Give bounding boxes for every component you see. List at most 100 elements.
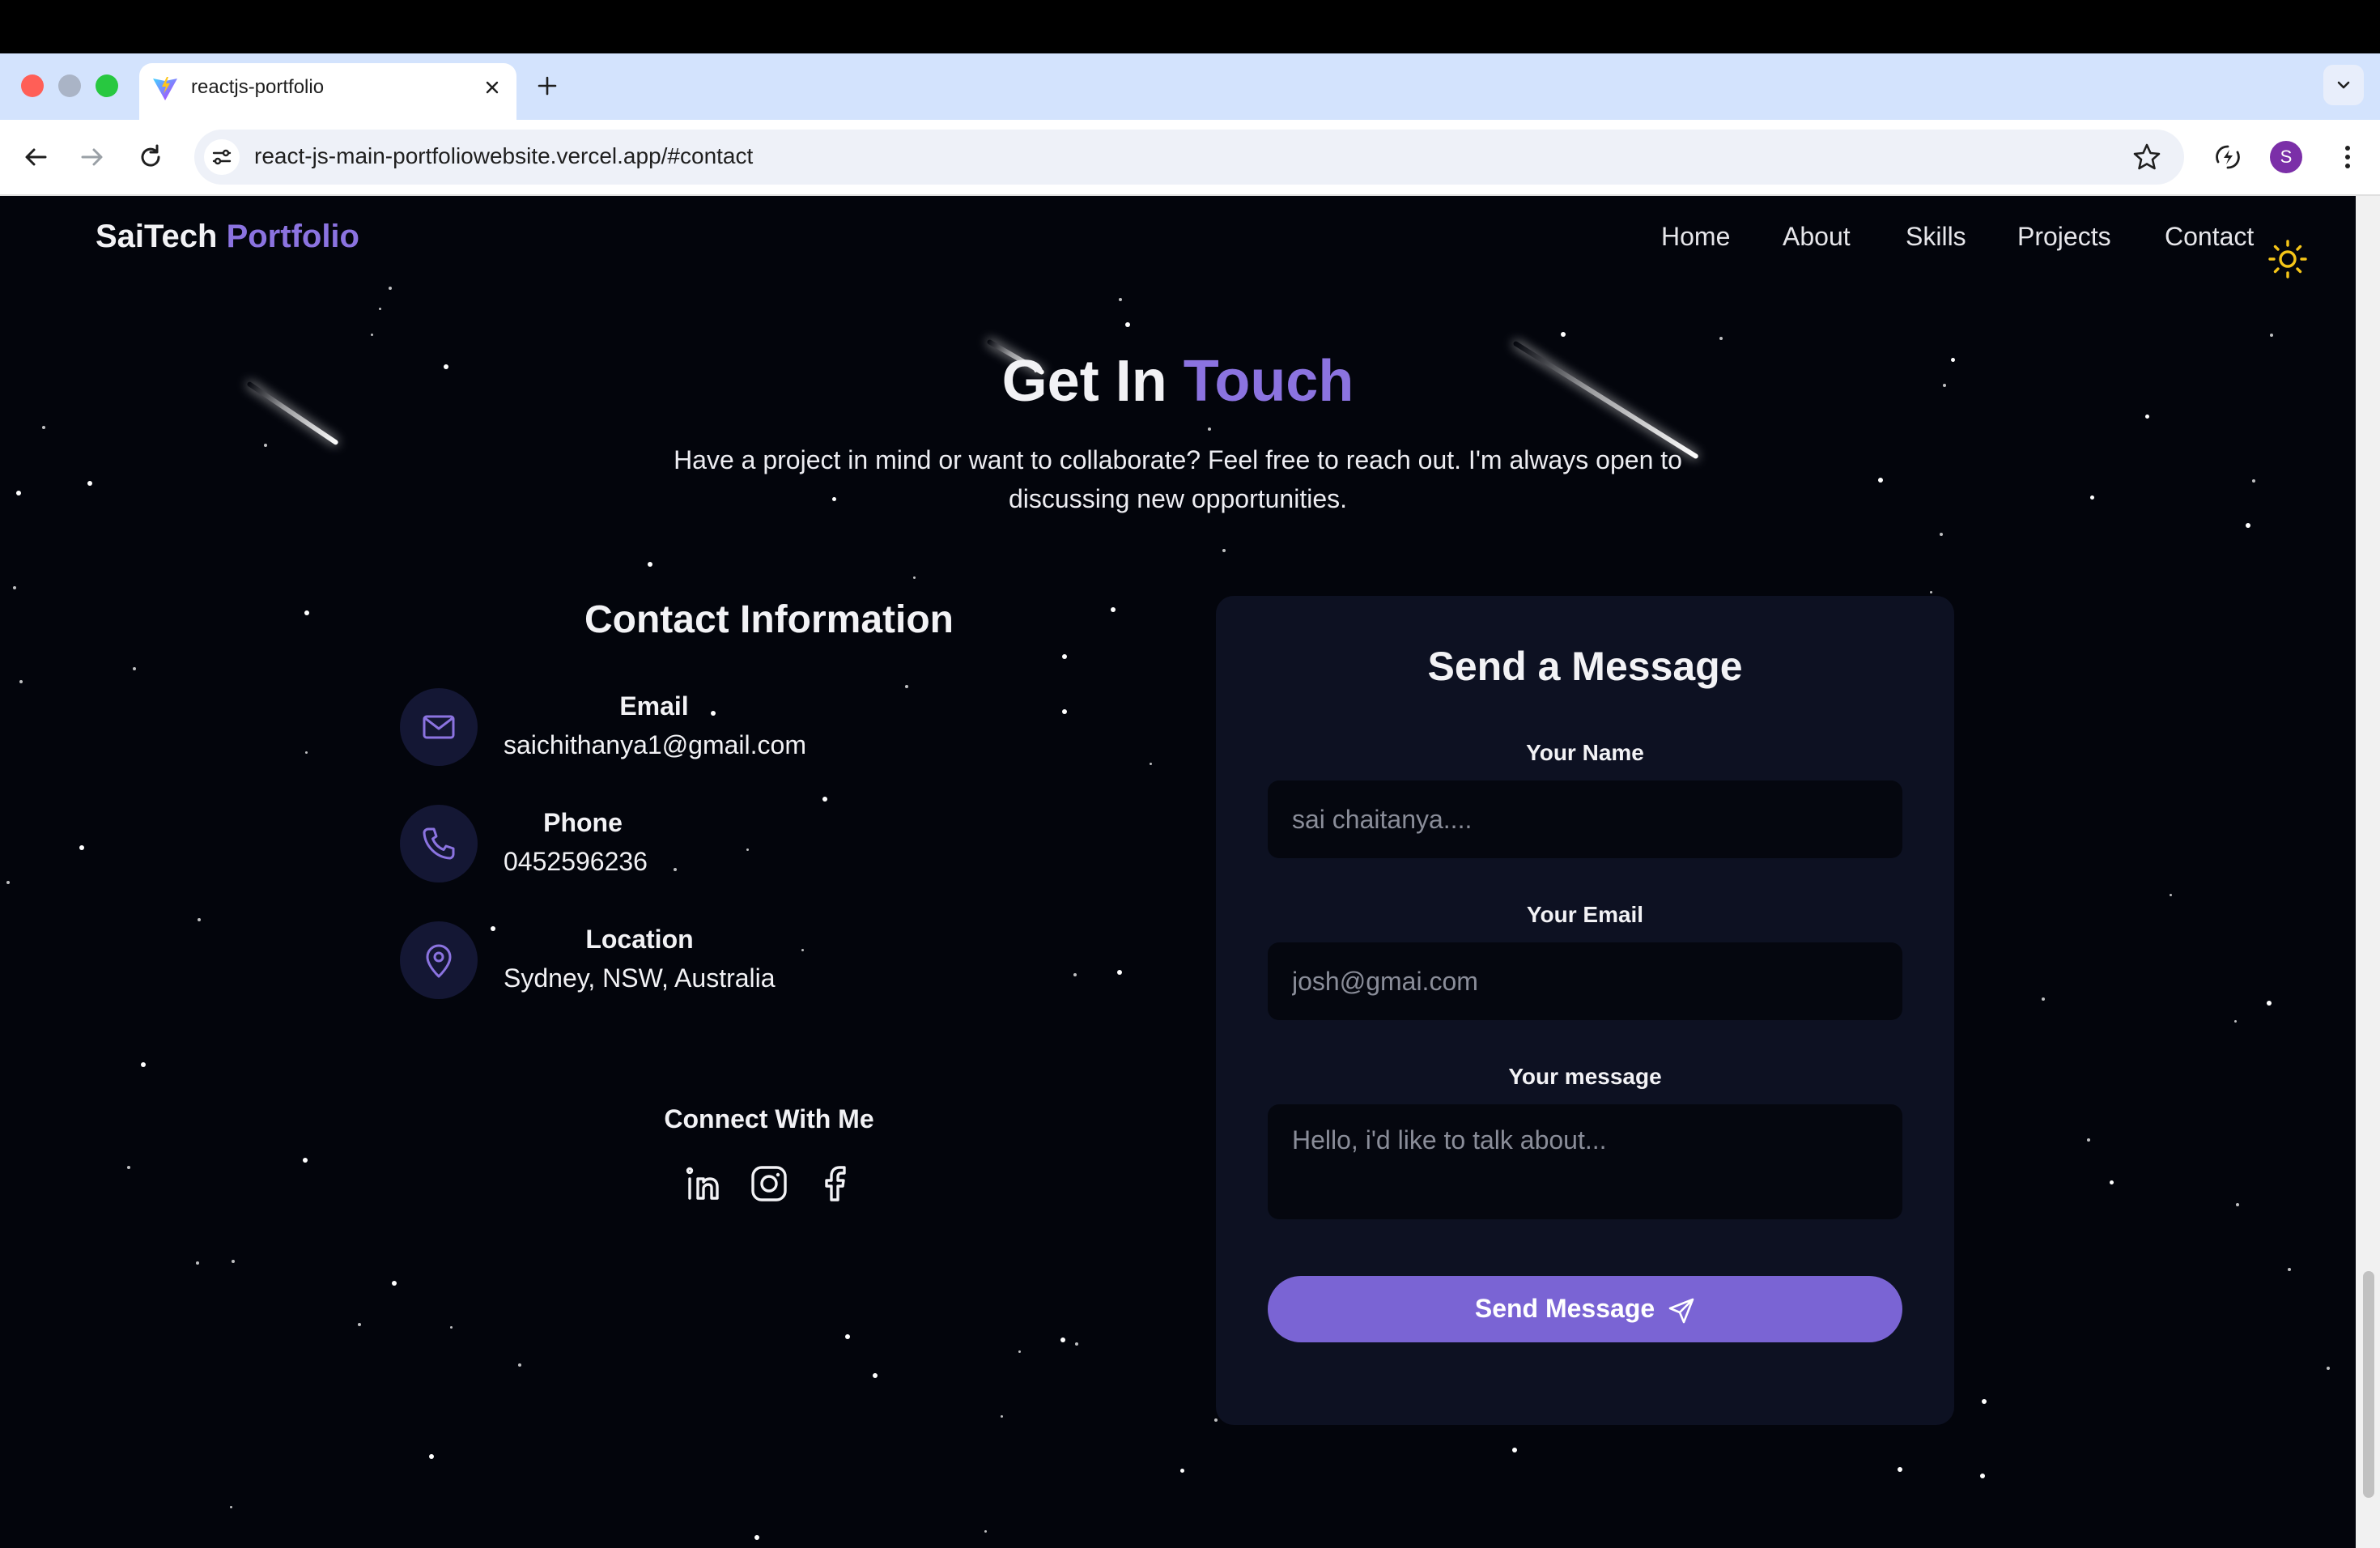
star-dot	[1125, 322, 1130, 327]
email-input[interactable]	[1268, 942, 1902, 1020]
page-title: Get In Touch	[0, 348, 2356, 415]
tab-search-button[interactable]	[2323, 65, 2364, 105]
vite-favicon-icon	[153, 77, 177, 100]
form-title: Send a Message	[1427, 644, 1743, 689]
nav-link-projects[interactable]: Projects	[2017, 222, 2111, 252]
star-dot	[2090, 495, 2094, 500]
star-dot	[392, 1281, 397, 1286]
phone-icon-badge	[400, 805, 478, 882]
star-dot	[16, 491, 21, 495]
star-dot	[2288, 1268, 2291, 1271]
email-icon-badge	[400, 688, 478, 766]
star-dot	[6, 881, 10, 884]
message-label: Your message	[1508, 1064, 1662, 1089]
sun-icon[interactable]	[2267, 238, 2309, 280]
star-dot	[1180, 1469, 1184, 1473]
star-dot	[2170, 894, 2172, 896]
star-dot	[304, 610, 309, 615]
url-text[interactable]: react-js-main-portfoliowebsite.vercel.ap…	[254, 143, 753, 169]
tune-icon	[212, 149, 232, 165]
chevron-down-icon	[2337, 81, 2350, 89]
profile-avatar[interactable]: S	[2270, 141, 2302, 173]
star-dot	[1073, 973, 1077, 976]
star-dot	[1208, 427, 1211, 431]
star-dot	[845, 1334, 850, 1339]
phone-value[interactable]: 0452596236	[504, 847, 648, 877]
star-dot	[1111, 607, 1116, 612]
contact-info-title: Contact Information	[584, 598, 954, 641]
email-field-label: Your Email	[1526, 902, 1644, 927]
message-form-card: Send a Message Your Name Your Email Your…	[1216, 596, 1954, 1425]
star-dot	[491, 926, 495, 931]
star-dot	[1982, 1399, 1987, 1404]
nav-link-about[interactable]: About	[1783, 222, 1851, 252]
title-accent: Touch	[1183, 349, 1354, 414]
email-value[interactable]: saichithanya1@gmail.com	[504, 730, 806, 760]
star-dot	[303, 1158, 308, 1163]
star-dot	[1117, 970, 1122, 975]
more-menu-icon[interactable]	[2331, 141, 2364, 173]
star-dot	[198, 918, 201, 921]
star-dot	[2110, 1180, 2114, 1184]
star-dot	[379, 308, 381, 310]
star-dot	[42, 426, 45, 429]
new-tab-icon[interactable]	[534, 73, 560, 99]
email-label: Email	[619, 691, 689, 721]
nav-link-contact[interactable]: Contact	[2165, 222, 2254, 252]
window-maximize-button[interactable]	[96, 74, 118, 97]
star-dot	[984, 1530, 987, 1533]
star-dot	[1150, 763, 1152, 765]
browser-tab-active[interactable]: reactjs-portfolio	[139, 63, 516, 120]
performance-icon[interactable]	[2212, 141, 2244, 173]
back-arrow-icon[interactable]	[19, 141, 52, 173]
star-dot	[1222, 549, 1226, 552]
os-menu-bar	[0, 0, 2380, 53]
star-dot	[905, 685, 908, 688]
name-label: Your Name	[1526, 740, 1644, 765]
star-dot	[79, 845, 84, 850]
title-main: Get In	[1001, 349, 1167, 414]
window-close-button[interactable]	[21, 74, 44, 97]
linkedin-icon[interactable]	[683, 1163, 725, 1205]
star-dot	[1214, 1418, 1218, 1422]
message-textarea[interactable]	[1268, 1104, 1902, 1219]
star-dot	[1062, 709, 1067, 714]
star-dot	[371, 334, 373, 336]
star-dot	[1561, 332, 1566, 337]
phone-label: Phone	[543, 808, 623, 837]
star-dot	[1940, 533, 1943, 536]
connect-title: Connect With Me	[664, 1104, 874, 1133]
star-dot	[2327, 1367, 2330, 1370]
nav-link-home[interactable]: Home	[1661, 222, 1730, 252]
location-value: Sydney, NSW, Australia	[504, 963, 776, 993]
star-dot	[2252, 479, 2255, 483]
star-dot	[2145, 415, 2149, 419]
star-dot	[801, 949, 804, 951]
site-info-button[interactable]	[204, 139, 240, 175]
nav-link-skills[interactable]: Skills	[1906, 222, 1966, 252]
star-dot	[873, 1373, 878, 1378]
brand-main: SaiTech	[96, 219, 218, 254]
star-dot	[648, 562, 652, 567]
send-icon	[1668, 1298, 1694, 1324]
page-viewport: SaiTech Portfolio Home About Skills Proj…	[0, 196, 2356, 1548]
bookmark-star-icon[interactable]	[2131, 141, 2163, 173]
reload-icon[interactable]	[134, 141, 167, 173]
star-dot	[127, 1166, 130, 1169]
scrollbar-thumb[interactable]	[2363, 1271, 2374, 1498]
instagram-icon[interactable]	[748, 1163, 790, 1205]
name-input[interactable]	[1268, 780, 1902, 858]
facebook-icon[interactable]	[814, 1163, 856, 1205]
star-dot	[1060, 1337, 1065, 1342]
tab-close-icon[interactable]	[481, 76, 504, 99]
star-dot	[13, 586, 16, 589]
window-minimize-button[interactable]	[58, 74, 81, 97]
star-dot	[746, 848, 749, 851]
location-icon-badge	[400, 921, 478, 999]
site-brand[interactable]: SaiTech Portfolio	[96, 219, 359, 255]
star-dot	[19, 680, 23, 683]
star-dot	[230, 1506, 232, 1508]
star-dot	[232, 1260, 235, 1263]
forward-arrow-icon[interactable]	[76, 141, 108, 173]
send-message-button[interactable]: Send Message	[1268, 1276, 1902, 1342]
